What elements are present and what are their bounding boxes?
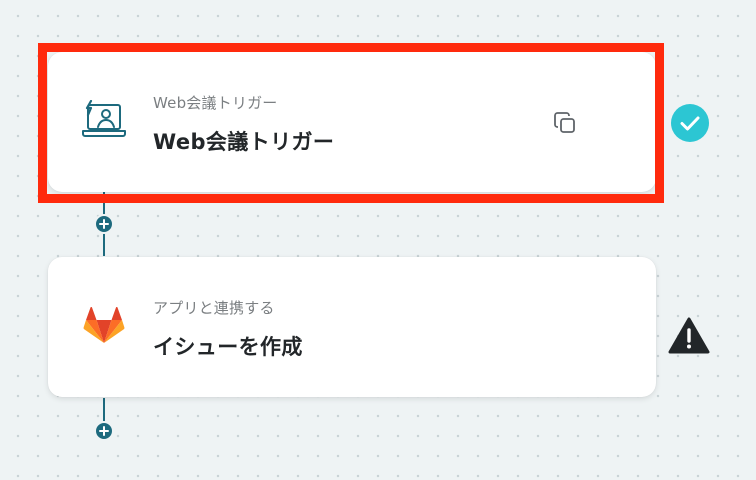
web-meeting-icon <box>82 99 126 140</box>
plus-icon <box>99 219 109 229</box>
flow-step-card-trigger[interactable]: Web会議トリガー Web会議トリガー <box>48 52 656 192</box>
gitlab-icon <box>82 306 126 347</box>
flow-step-card-gitlab[interactable]: アプリと連携する イシューを作成 <box>48 257 656 397</box>
step-app-label: Web会議トリガー <box>153 94 278 112</box>
step-title: イシューを作成 <box>153 335 303 359</box>
copy-icon <box>554 112 575 133</box>
plus-icon <box>99 426 109 436</box>
copy-step-button[interactable] <box>552 110 578 136</box>
step-app-label: アプリと連携する <box>153 299 275 317</box>
check-circle-icon <box>670 103 710 143</box>
step-title: Web会議トリガー <box>153 130 335 154</box>
warning-triangle-icon <box>668 316 710 356</box>
add-step-button[interactable] <box>94 421 114 441</box>
add-step-button[interactable] <box>94 214 114 234</box>
